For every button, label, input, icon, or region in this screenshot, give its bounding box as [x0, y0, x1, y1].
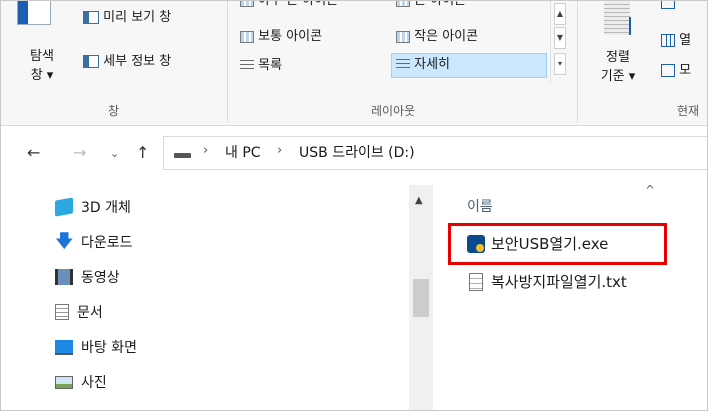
large-icons-icon	[396, 1, 410, 7]
text-file-icon	[469, 272, 483, 291]
scroll-up-arrow-icon[interactable]: ▲	[415, 195, 423, 206]
back-arrow-icon[interactable]: ←	[27, 144, 40, 162]
small-icons-icon	[396, 30, 410, 43]
desktop-icon	[55, 339, 73, 355]
preview-pane-icon	[83, 11, 99, 24]
nav-item-videos[interactable]: 동영상	[55, 265, 120, 289]
ribbon: 탐색 창 ▾ 미리 보기 창 세부 정보 창 창 아주 큰 아이콘 큰 아이콘 …	[1, 1, 707, 126]
breadcrumb-usb-drive[interactable]: USB 드라이브 (D:)	[299, 145, 415, 161]
download-icon: 🡇	[55, 231, 74, 252]
group-by-icon[interactable]	[661, 1, 675, 9]
fit-columns-icon	[661, 64, 675, 77]
ribbon-divider	[227, 1, 228, 123]
panes-group-label: 창	[108, 104, 120, 118]
sort-arrow-icon	[629, 17, 631, 35]
extra-large-icons-icon	[240, 1, 254, 7]
list-icon	[240, 59, 254, 72]
layout-group-label: 레이아웃	[371, 104, 416, 118]
details-pane-button[interactable]: 세부 정보 창	[83, 54, 171, 70]
breadcrumb-this-pc[interactable]: 내 PC	[225, 145, 261, 161]
columns-icon	[661, 34, 675, 47]
forward-arrow-icon[interactable]: →	[73, 144, 86, 162]
file-explorer-window: 탐색 창 ▾ 미리 보기 창 세부 정보 창 창 아주 큰 아이콘 큰 아이콘 …	[0, 0, 708, 411]
fit-columns-button[interactable]: 모	[661, 63, 691, 79]
ribbon-divider	[577, 1, 578, 123]
pictures-icon	[55, 375, 73, 389]
layout-gallery-scroll: ▲ ▼ ▾	[550, 1, 569, 83]
documents-icon	[55, 304, 69, 320]
large-icons-option[interactable]: 큰 아이콘	[396, 1, 466, 9]
current-view-group-label: 현재	[677, 104, 700, 118]
address-toolbar: ← → ⌄ ↑ › 내 PC › USB 드라이브 (D:)	[1, 126, 707, 180]
gallery-scroll-down[interactable]: ▼	[554, 27, 566, 49]
add-columns-button[interactable]: 열	[661, 33, 691, 49]
breadcrumb-separator-icon: ›	[277, 143, 283, 158]
preview-pane-button[interactable]: 미리 보기 창	[83, 10, 171, 26]
navigation-pane-icon[interactable]	[17, 1, 51, 25]
usb-drive-icon	[174, 153, 191, 158]
navigation-scrollbar-thumb[interactable]	[413, 279, 429, 317]
small-icons-option[interactable]: 작은 아이콘	[396, 29, 478, 45]
nav-item-documents[interactable]: 문서	[55, 300, 103, 324]
extra-large-icons-option[interactable]: 아주 큰 아이콘	[240, 1, 338, 9]
up-arrow-icon[interactable]: ↑	[136, 144, 149, 162]
nav-item-desktop[interactable]: 바탕 화면	[55, 335, 137, 359]
gallery-scroll-up[interactable]: ▲	[554, 3, 566, 25]
sort-by-button[interactable]: 정렬 기준 ▾	[598, 48, 638, 86]
details-pane-icon	[83, 55, 99, 68]
highlight-box	[448, 223, 667, 265]
navigation-pane-button[interactable]: 탐색 창 ▾	[21, 47, 63, 85]
address-bar[interactable]: › 내 PC › USB 드라이브 (D:)	[163, 136, 707, 170]
nav-item-downloads[interactable]: 🡇 다운로드	[55, 230, 133, 254]
file-item-txt[interactable]: 복사방지파일열기.txt	[467, 271, 627, 292]
recent-locations-chevron-icon[interactable]: ⌄	[110, 145, 119, 163]
details-option[interactable]: 자세히	[391, 53, 547, 78]
video-icon	[55, 269, 73, 285]
nav-item-3d-objects[interactable]: 3D 개체	[55, 195, 131, 219]
breadcrumb-separator-icon: ›	[203, 143, 209, 158]
list-option[interactable]: 목록	[240, 58, 282, 74]
navigation-pane: 3D 개체 🡇 다운로드 동영상 문서 바탕 화면 사진 ▲	[1, 181, 433, 410]
name-column-header[interactable]: 이름	[467, 199, 493, 215]
medium-icons-icon	[240, 30, 254, 43]
3d-objects-icon	[55, 197, 73, 217]
sort-by-icon	[604, 1, 630, 35]
gallery-more-button[interactable]: ▾	[554, 53, 566, 75]
file-list: ^ 이름 보안USB열기.exe 복사방지파일열기.txt	[437, 181, 707, 410]
nav-item-pictures[interactable]: 사진	[55, 370, 107, 394]
medium-icons-option[interactable]: 보통 아이콘	[240, 29, 322, 45]
details-icon	[396, 58, 410, 71]
sort-ascending-chevron-icon: ^	[645, 183, 656, 197]
